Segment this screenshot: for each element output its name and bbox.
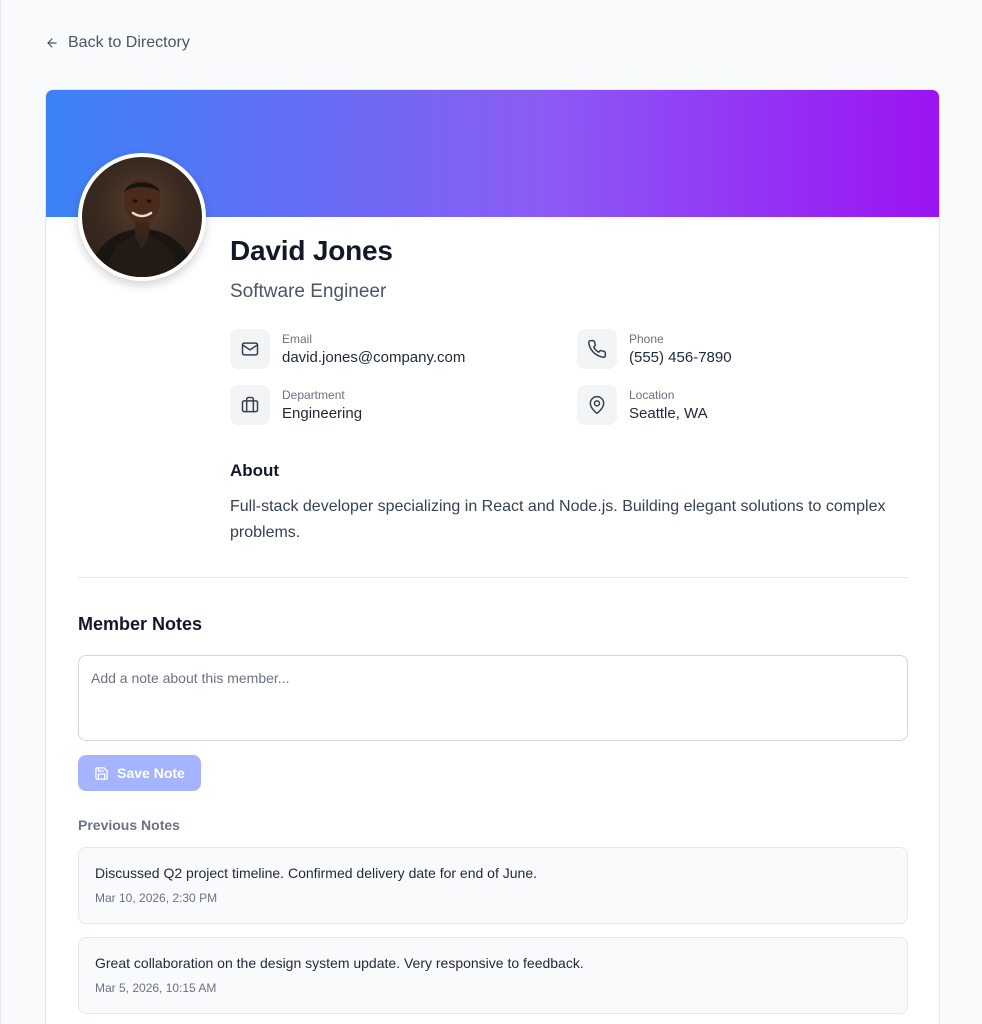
email-value: david.jones@company.com bbox=[282, 349, 466, 366]
back-link-label: Back to Directory bbox=[68, 34, 190, 51]
member-name: David Jones bbox=[230, 235, 393, 266]
back-to-directory-link[interactable]: Back to Directory bbox=[45, 34, 190, 52]
save-icon bbox=[95, 766, 108, 780]
briefcase-icon bbox=[241, 396, 259, 413]
previous-notes-heading: Previous Notes bbox=[78, 817, 180, 833]
email-icon-container bbox=[230, 329, 270, 369]
note-item: Great collaboration on the design system… bbox=[78, 937, 908, 1014]
department-info: Department Engineering bbox=[230, 385, 362, 425]
phone-icon bbox=[588, 339, 607, 358]
avatar-photo bbox=[90, 179, 194, 277]
location-icon-container bbox=[577, 385, 617, 425]
note-text: Discussed Q2 project timeline. Confirmed… bbox=[95, 865, 537, 881]
department-value: Engineering bbox=[282, 405, 363, 422]
location-info: Location Seattle, WA bbox=[577, 385, 708, 425]
email-label: Email bbox=[282, 332, 313, 346]
about-text: Full-stack developer specializing in Rea… bbox=[230, 498, 886, 541]
save-note-label: Save Note bbox=[117, 765, 185, 781]
location-label: Location bbox=[629, 388, 675, 402]
department-icon-container bbox=[230, 385, 270, 425]
note-date: Mar 10, 2026, 2:30 PM bbox=[95, 891, 218, 905]
note-text: Great collaboration on the design system… bbox=[95, 955, 584, 971]
note-input[interactable] bbox=[78, 655, 908, 741]
avatar bbox=[78, 153, 206, 281]
phone-value: (555) 456-7890 bbox=[629, 349, 732, 366]
note-date: Mar 5, 2026, 10:15 AM bbox=[95, 981, 217, 995]
email-info: Email david.jones@company.com bbox=[230, 329, 465, 369]
note-item: Discussed Q2 project timeline. Confirmed… bbox=[78, 847, 908, 924]
profile-card: David Jones Software Engineer Email davi… bbox=[45, 89, 940, 1024]
about-heading: About bbox=[230, 461, 280, 480]
save-note-button[interactable]: Save Note bbox=[78, 755, 201, 791]
phone-icon-container bbox=[577, 329, 617, 369]
location-value: Seattle, WA bbox=[629, 405, 708, 422]
member-notes-heading: Member Notes bbox=[78, 614, 203, 634]
map-pin-icon bbox=[589, 395, 605, 415]
section-divider bbox=[78, 577, 908, 578]
member-title: Software Engineer bbox=[230, 281, 387, 302]
mail-icon bbox=[241, 342, 259, 356]
phone-label: Phone bbox=[629, 332, 664, 346]
department-label: Department bbox=[282, 388, 345, 402]
arrow-left-icon bbox=[47, 38, 57, 48]
phone-info: Phone (555) 456-7890 bbox=[577, 329, 732, 369]
